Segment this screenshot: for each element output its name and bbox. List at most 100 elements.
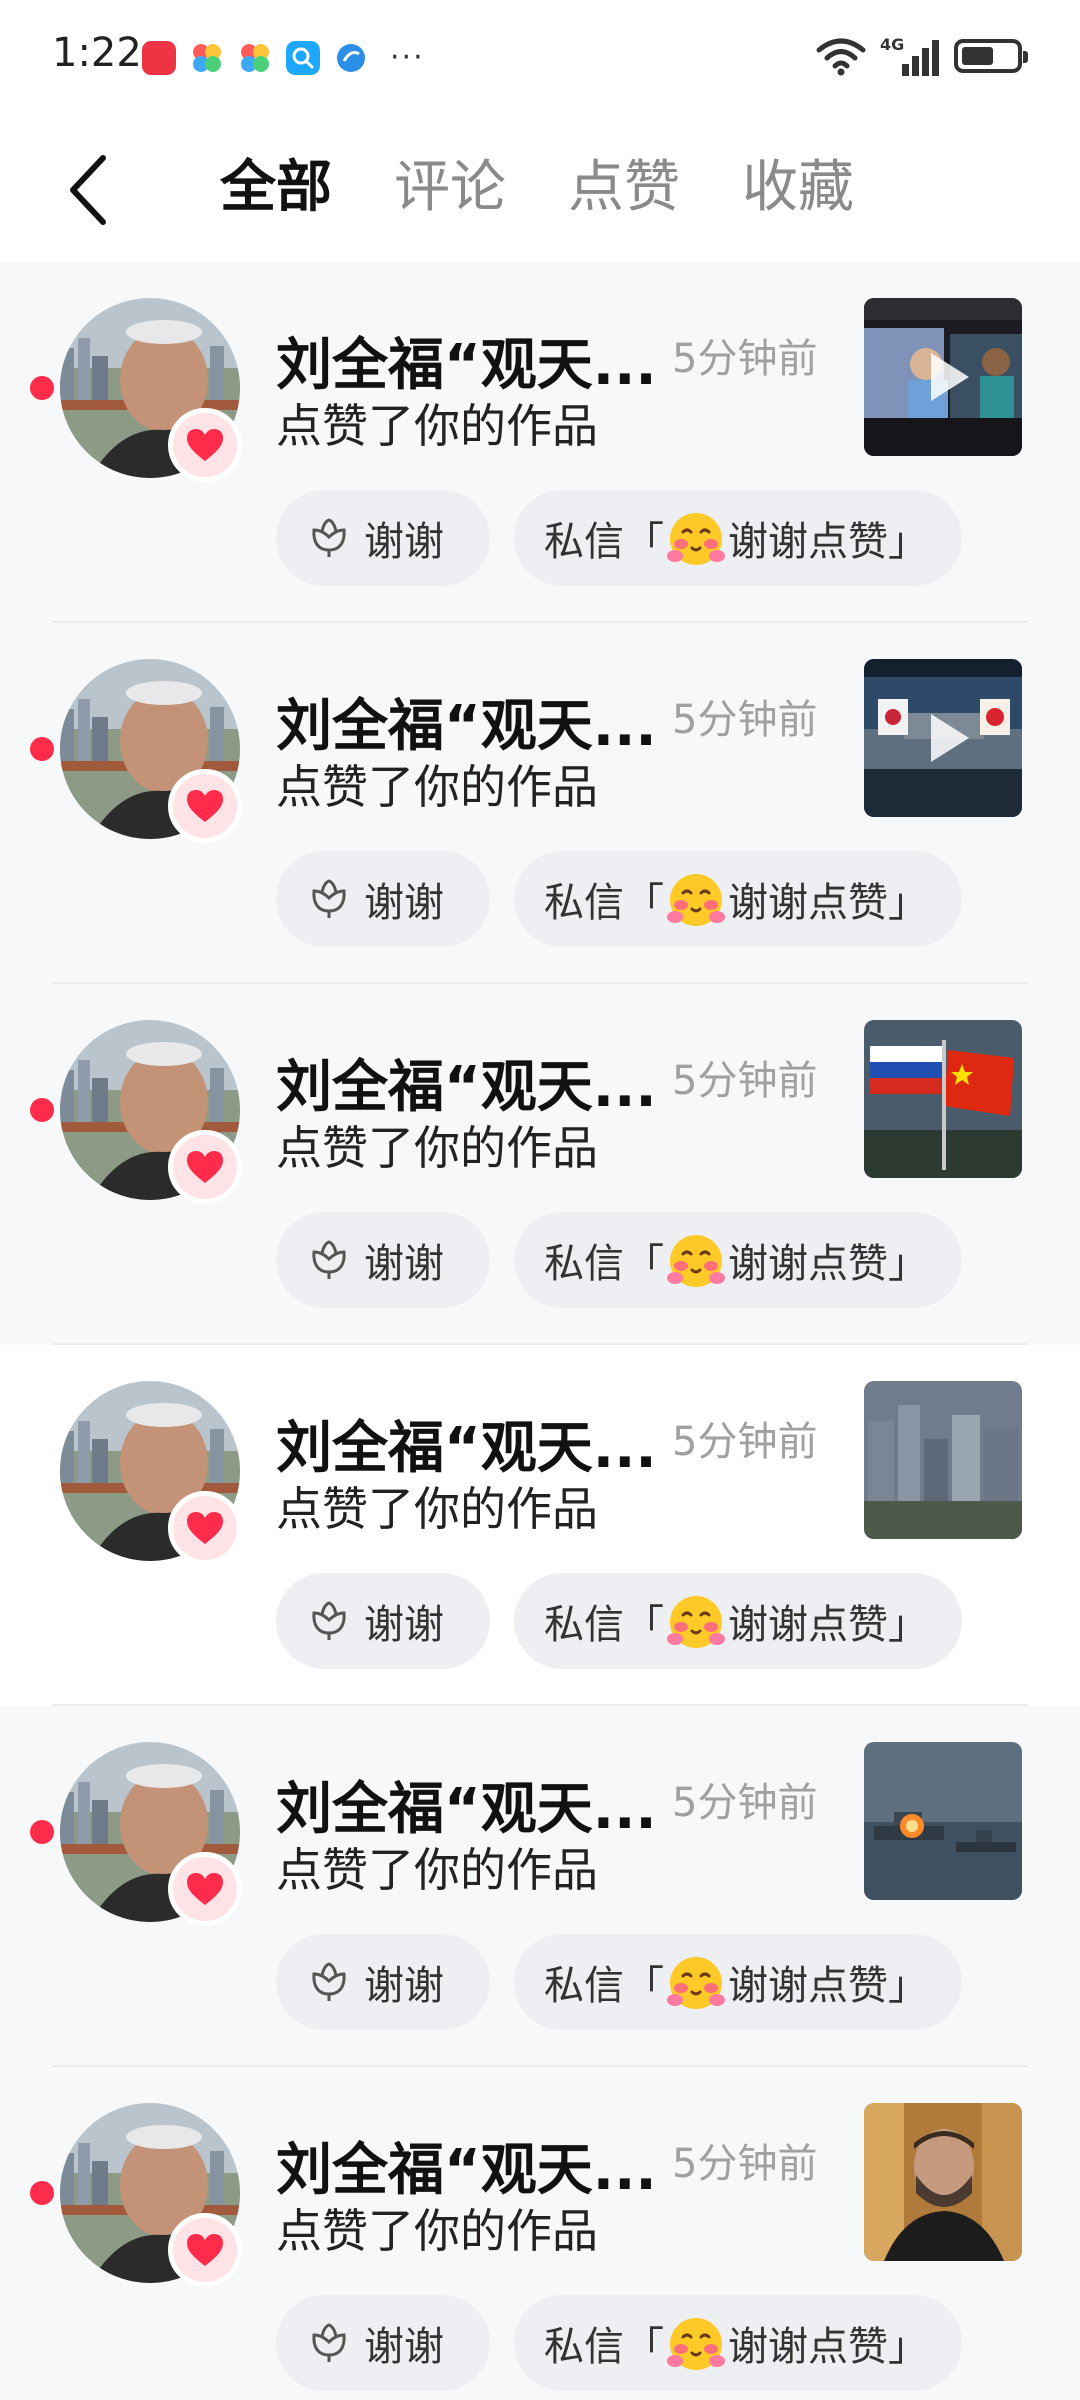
notification-row[interactable]: 刘全福“观天... 5分钟前 点赞了你的作品 谢谢 私信「 谢谢点赞」 [0,623,1080,984]
tab-3[interactable]: 收藏 [742,148,854,228]
timestamp: 5分钟前 [672,1419,818,1465]
thanks-button[interactable]: 谢谢 [276,1573,490,1669]
dm-thanks-button[interactable]: 私信「 谢谢点赞」 [514,1934,962,2030]
unread-dot [30,1098,54,1122]
naval-flags-thumbnail[interactable] [864,659,1022,817]
thanks-label: 谢谢 [364,2324,444,2370]
user-name[interactable]: 刘全福“观天... [276,2125,657,2206]
city-thumbnail[interactable] [864,1381,1022,1539]
battery-level [962,47,993,65]
blushing-emoji-icon [667,2318,725,2370]
app-store-icon [142,40,176,75]
timestamp: 5分钟前 [672,2141,818,2187]
flags-thumbnail[interactable] [864,1020,1022,1178]
heart-icon [187,1151,223,1183]
tab-0[interactable]: 全部 [220,148,332,228]
like-badge [168,1130,242,1204]
thanks-button[interactable]: 谢谢 [276,2295,490,2391]
timestamp: 5分钟前 [672,697,818,743]
heart-icon [187,790,223,822]
user-name[interactable]: 刘全福“观天... [276,1764,657,1845]
action-text: 点赞了你的作品 [276,399,598,453]
dm-prefix: 私信「 [544,880,664,926]
cellular-signal-icon: 4G [880,35,939,76]
timestamp: 5分钟前 [672,1780,818,1826]
timestamp: 5分钟前 [672,336,818,382]
dm-prefix: 私信「 [544,1241,664,1287]
dm-thanks-button[interactable]: 私信「 谢谢点赞」 [514,490,962,586]
flower-icon [312,1601,346,1640]
system-indicators: 4G [816,34,1028,78]
blushing-emoji-icon [667,513,725,565]
like-badge [168,769,242,843]
thanks-button[interactable]: 谢谢 [276,1212,490,1308]
thanks-button[interactable]: 谢谢 [276,490,490,586]
action-text: 点赞了你的作品 [276,1482,598,1536]
heart-icon [187,429,223,461]
flower-icon [312,2323,346,2362]
user-name[interactable]: 刘全福“观天... [276,1403,657,1484]
dm-thanks-button[interactable]: 私信「 谢谢点赞」 [514,1212,962,1308]
notification-row[interactable]: 刘全福“观天... 5分钟前 点赞了你的作品 谢谢 私信「 谢谢点赞」 [0,984,1080,1345]
unread-dot [30,376,54,400]
news-video-thumbnail[interactable] [864,298,1022,456]
thanks-label: 谢谢 [364,1241,444,1287]
user-name[interactable]: 刘全福“观天... [276,1042,657,1123]
blushing-emoji-icon [667,1957,725,2009]
portrait-thumbnail[interactable] [864,2103,1022,2261]
blushing-emoji-icon [667,874,725,926]
heart-icon [187,1512,223,1544]
notification-row[interactable]: 刘全福“观天... 5分钟前 点赞了你的作品 谢谢 私信「 谢谢点赞」 [0,2067,1080,2400]
notification-row[interactable]: 刘全福“观天... 5分钟前 点赞了你的作品 谢谢 私信「 谢谢点赞」 [0,1345,1080,1706]
status-time: 1:22 [52,30,142,76]
more-notifications: ··· [390,40,425,75]
flower-icon [312,518,346,557]
tab-1[interactable]: 评论 [394,148,506,228]
browser-icon [337,43,365,72]
warship-thumbnail[interactable] [864,1742,1022,1900]
blushing-emoji-icon [667,1235,725,1287]
thanks-label: 谢谢 [364,1963,444,2009]
thanks-label: 谢谢 [364,1602,444,1648]
action-text: 点赞了你的作品 [276,2204,598,2258]
play-icon [931,714,969,762]
heart-icon [187,1873,223,1905]
header: 全部 评论 点赞 收藏 [0,120,1080,260]
flower-icon [312,1240,346,1279]
notification-icons: ··· [142,40,425,75]
dm-thanks-button[interactable]: 私信「 谢谢点赞」 [514,1573,962,1669]
back-arrow-icon [70,155,106,225]
user-name[interactable]: 刘全福“观天... [276,320,657,401]
like-badge [168,1491,242,1565]
dm-thanks-button[interactable]: 私信「 谢谢点赞」 [514,851,962,947]
action-text: 点赞了你的作品 [276,1843,598,1897]
unread-dot [30,1820,54,1844]
notification-row[interactable]: 刘全福“观天... 5分钟前 点赞了你的作品 谢谢 私信「 谢谢点赞」 [0,262,1080,623]
like-badge [168,2213,242,2287]
status-bar: 1:22 ··· 4G [0,0,1080,120]
tab-2[interactable]: 点赞 [568,148,680,228]
dm-text: 谢谢点赞」 [728,2324,928,2370]
thanks-label: 谢谢 [364,880,444,926]
thanks-label: 谢谢 [364,519,444,565]
dm-prefix: 私信「 [544,1963,664,2009]
battery-icon [954,39,1028,73]
back-button[interactable] [48,150,128,230]
thanks-button[interactable]: 谢谢 [276,851,490,947]
heart-icon [187,2234,223,2266]
blushing-emoji-icon [667,1596,725,1648]
tab-bar: 全部 评论 点赞 收藏 [220,148,854,228]
user-name[interactable]: 刘全福“观天... [276,681,657,762]
network-type: 4G [880,35,904,54]
dm-thanks-button[interactable]: 私信「 谢谢点赞」 [514,2295,962,2391]
notification-row[interactable]: 刘全福“观天... 5分钟前 点赞了你的作品 谢谢 私信「 谢谢点赞」 [0,1706,1080,2067]
thanks-button[interactable]: 谢谢 [276,1934,490,2030]
dm-text: 谢谢点赞」 [728,519,928,565]
timestamp: 5分钟前 [672,1058,818,1104]
dm-text: 谢谢点赞」 [728,880,928,926]
play-icon [931,353,969,401]
photos-icon [193,43,221,72]
dm-text: 谢谢点赞」 [728,1963,928,2009]
wifi-icon [816,38,866,76]
flower-icon [312,879,346,918]
